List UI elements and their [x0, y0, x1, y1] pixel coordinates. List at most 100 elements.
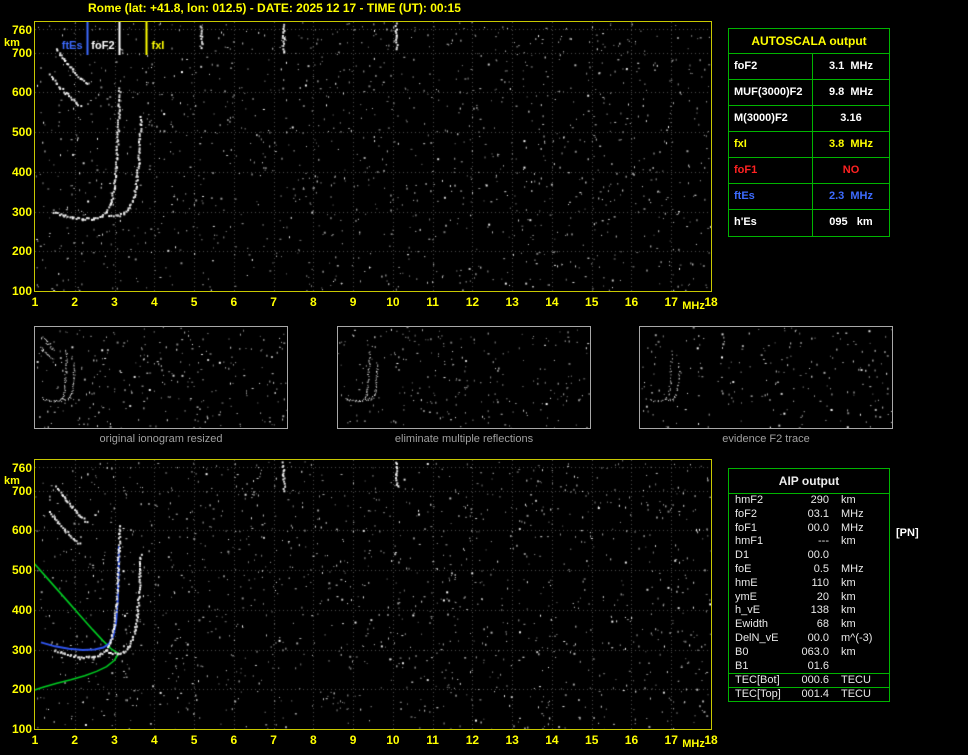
x-axis-tick: 17	[661, 296, 681, 308]
param-value: 3.16	[813, 106, 889, 131]
thumbnail-caption: evidence F2 trace	[640, 433, 892, 445]
y-axis-tick: 200	[4, 683, 32, 695]
param-label: h_vE	[729, 604, 791, 618]
aip-row-hmE: hmE110km	[729, 577, 889, 591]
y-axis-unit-label: km	[4, 475, 32, 487]
x-axis-tick: 4	[144, 734, 164, 746]
y-axis-tick: 500	[4, 126, 32, 138]
x-axis-tick: 18	[701, 296, 721, 308]
y-axis-unit-label: km	[4, 37, 32, 49]
param-unit: km	[829, 604, 856, 618]
param-label: foF2	[729, 54, 813, 79]
aip-row-B0: B0063.0km	[729, 646, 889, 660]
param-value: 290	[791, 494, 829, 508]
param-unit: TECU	[829, 674, 871, 687]
param-label: M(3000)F2	[729, 106, 813, 131]
pn-flag-note: [PN]	[896, 527, 919, 539]
param-value: 68	[791, 618, 829, 632]
autoscala-table-header: AUTOSCALA output	[729, 29, 889, 54]
x-axis-tick: 2	[65, 734, 85, 746]
thumbnail-caption: original ionogram resized	[35, 433, 287, 445]
param-unit: m^(-3)	[829, 632, 872, 646]
x-axis-tick: 6	[224, 734, 244, 746]
autoscala-row-MUF(3000)F2: MUF(3000)F29.8 MHz	[729, 80, 889, 106]
main-ionogram-plot	[34, 21, 712, 292]
thumbnail-caption: eliminate multiple reflections	[338, 433, 590, 445]
param-unit: MHz	[829, 563, 864, 577]
param-label: DelN_vE	[729, 632, 791, 646]
y-axis-tick: 200	[4, 245, 32, 257]
x-axis-unit-label: MHz	[682, 300, 712, 312]
x-axis-tick: 4	[144, 296, 164, 308]
param-unit	[829, 549, 841, 563]
param-value: 138	[791, 604, 829, 618]
x-axis-tick: 3	[105, 296, 125, 308]
param-unit	[829, 660, 841, 674]
thumbnail-evidence-f2-trace	[639, 326, 893, 429]
param-value: 0.5	[791, 563, 829, 577]
param-label: foF1	[729, 158, 813, 183]
y-axis-tick: 500	[4, 564, 32, 576]
param-label: hmF2	[729, 494, 791, 508]
param-unit: km	[829, 591, 856, 605]
param-unit: MHz	[829, 508, 864, 522]
x-axis-tick: 7	[264, 296, 284, 308]
param-value: 063.0	[791, 646, 829, 660]
param-unit: km	[829, 577, 856, 591]
param-value: ---	[791, 535, 829, 549]
x-axis-tick: 3	[105, 734, 125, 746]
x-axis-tick: 5	[184, 734, 204, 746]
param-label: h'Es	[729, 210, 813, 236]
autoscala-row-ftEs: ftEs2.3 MHz	[729, 184, 889, 210]
aip-row-foE: foE0.5MHz	[729, 563, 889, 577]
autoscala-row-h'Es: h'Es095 km	[729, 210, 889, 236]
param-value: 110	[791, 577, 829, 591]
aip-row-foF2: foF203.1MHz	[729, 508, 889, 522]
param-label: fxI	[729, 132, 813, 157]
param-value: 3.1 MHz	[813, 54, 889, 79]
y-axis-tick: 300	[4, 644, 32, 656]
y-axis-tick: 400	[4, 604, 32, 616]
param-value: 001.4	[791, 688, 829, 701]
param-label: foE	[729, 563, 791, 577]
x-axis-tick: 13	[502, 296, 522, 308]
x-axis-tick: 18	[701, 734, 721, 746]
param-label: TEC[Top]	[729, 688, 791, 701]
param-label: B1	[729, 660, 791, 674]
aip-output-table: AIP output hmF2290kmfoF203.1MHzfoF100.0M…	[728, 468, 890, 702]
aip-row-h_vE: h_vE138km	[729, 604, 889, 618]
x-axis-tick: 17	[661, 734, 681, 746]
param-value: 00.0	[791, 632, 829, 646]
x-axis-tick: 14	[542, 734, 562, 746]
param-value: 00.0	[791, 549, 829, 563]
x-axis-tick: 12	[462, 734, 482, 746]
x-axis-tick: 16	[621, 296, 641, 308]
aip-row-foF1: foF100.0MHz	[729, 522, 889, 536]
x-axis-tick: 9	[343, 296, 363, 308]
x-axis-tick: 5	[184, 296, 204, 308]
y-axis-tick: 100	[4, 285, 32, 297]
aip-row-hmF2: hmF2290km	[729, 494, 889, 508]
x-axis-tick: 13	[502, 734, 522, 746]
param-label: hmE	[729, 577, 791, 591]
x-axis-tick: 2	[65, 296, 85, 308]
y-axis-tick: 600	[4, 524, 32, 536]
param-value: 00.0	[791, 522, 829, 536]
autoscala-row-M(3000)F2: M(3000)F23.16	[729, 106, 889, 132]
autoscala-row-foF1: foF1NO	[729, 158, 889, 184]
aip-row-DelN_vE: DelN_vE00.0m^(-3)	[729, 632, 889, 646]
param-value: 20	[791, 591, 829, 605]
x-axis-tick: 12	[462, 296, 482, 308]
x-axis-tick: 11	[423, 296, 443, 308]
param-label: hmF1	[729, 535, 791, 549]
y-axis-tick: 400	[4, 166, 32, 178]
param-value: NO	[813, 158, 889, 183]
y-axis-tick: 600	[4, 86, 32, 98]
param-label: MUF(3000)F2	[729, 80, 813, 105]
page-title: Rome (lat: +41.8, lon: 012.5) - DATE: 20…	[88, 1, 461, 15]
param-unit: km	[829, 535, 856, 549]
aip-row-TEC[Top]: TEC[Top]001.4TECU	[729, 687, 889, 701]
aip-row-D1: D100.0	[729, 549, 889, 563]
x-axis-tick: 1	[25, 734, 45, 746]
autoscala-row-fxI: fxI3.8 MHz	[729, 132, 889, 158]
